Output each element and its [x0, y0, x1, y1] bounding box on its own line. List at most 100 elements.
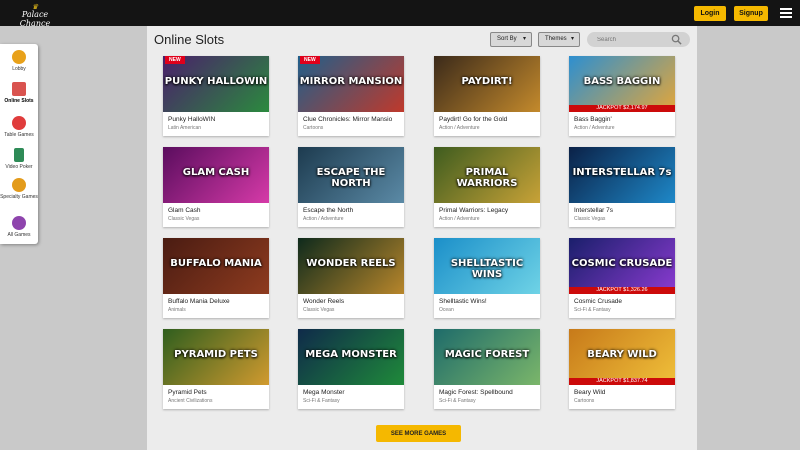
game-thumbnail-title: COSMIC CRUSADE	[571, 258, 673, 269]
game-name[interactable]: Shelltastic Wins!	[439, 298, 487, 305]
new-badge: NEW	[165, 56, 185, 64]
chevron-down-icon: ▾	[522, 36, 526, 42]
game-category: Ancient Civilizations	[168, 398, 213, 404]
top-bar: ♛ Palace Chance Login Signup	[0, 0, 800, 29]
game-name[interactable]: Mega Monster	[303, 389, 345, 396]
game-name[interactable]: Buffalo Mania Deluxe	[168, 298, 230, 305]
sort-by-dropdown[interactable]: Sort By ▾	[490, 32, 532, 47]
sidebar-item-specialty-games[interactable]: Specialty Games	[0, 178, 38, 200]
game-name[interactable]: Bass Baggin'	[574, 116, 612, 123]
site-logo[interactable]: ♛ Palace Chance	[6, 4, 64, 29]
game-name[interactable]: Clue Chronicles: Mirror Mansio	[303, 116, 392, 123]
game-category: Action / Adventure	[303, 216, 344, 222]
game-name[interactable]: Beary Wild	[574, 389, 605, 396]
sidebar-item-video-poker[interactable]: Video Poker	[0, 148, 38, 170]
game-thumbnail[interactable]: BASS BAGGIN JACKPOT $2,174.97	[569, 56, 675, 112]
game-card[interactable]: PYRAMID PETS Pyramid Pets Ancient Civiliza…	[163, 329, 269, 409]
search-icon[interactable]	[671, 34, 682, 45]
game-thumbnail[interactable]: INTERSTELLAR 7s	[569, 147, 675, 203]
game-card[interactable]: ESCAPE THE NORTH Escape the North Action /…	[298, 147, 404, 227]
game-card[interactable]: MIRROR MANSION NEW Clue Chronicles: Mirror…	[298, 56, 404, 136]
game-thumbnail[interactable]: COSMIC CRUSADE JACKPOT $1,326.26	[569, 238, 675, 294]
game-thumbnail-title: SHELLTASTIC WINS	[450, 258, 524, 280]
game-card[interactable]: BASS BAGGIN JACKPOT $2,174.97 Bass Baggin'…	[569, 56, 675, 136]
game-thumbnail[interactable]: PAYDIRT!	[434, 56, 540, 112]
game-thumbnail-title: MIRROR MANSION	[299, 76, 403, 87]
game-card[interactable]: WONDER REELS Wonder Reels Classic Vegas	[298, 238, 404, 318]
game-name[interactable]: Pyramid Pets	[168, 389, 207, 396]
sidebar-item-label: Lobby	[12, 66, 26, 72]
jackpot-banner: JACKPOT $1,326.26	[569, 287, 675, 294]
game-card[interactable]: PAYDIRT! Paydirt! Go for the Gold Action /…	[434, 56, 540, 136]
game-name[interactable]: Escape the North	[303, 207, 353, 214]
game-category: Sci-Fi & Fantasy	[574, 307, 611, 313]
game-thumbnail[interactable]: MIRROR MANSION NEW	[298, 56, 404, 112]
all-games-icon	[12, 216, 26, 230]
game-thumbnail-title: MEGA MONSTER	[305, 349, 397, 360]
game-thumbnail-title: INTERSTELLAR 7s	[572, 167, 672, 178]
login-button[interactable]: Login	[694, 6, 726, 21]
game-name[interactable]: Primal Warriors: Legacy	[439, 207, 508, 214]
game-thumbnail[interactable]: ESCAPE THE NORTH	[298, 147, 404, 203]
game-name[interactable]: Magic Forest: Spellbound	[439, 389, 513, 396]
hamburger-icon[interactable]	[780, 8, 792, 18]
see-more-games-button[interactable]: SEE MORE GAMES	[376, 425, 461, 442]
game-card[interactable]: PUNKY HALLOWIN NEW Punky HalloWIN Latin Ame…	[163, 56, 269, 136]
game-category: Cartoons	[574, 398, 595, 404]
jackpot-banner: JACKPOT $2,174.97	[569, 105, 675, 112]
game-card[interactable]: INTERSTELLAR 7s Interstellar 7s Classic Ve…	[569, 147, 675, 227]
game-thumbnail[interactable]: MEGA MONSTER	[298, 329, 404, 385]
game-name[interactable]: Interstellar 7s	[574, 207, 613, 214]
game-name[interactable]: Glam Cash	[168, 207, 201, 214]
sidebar-item-lobby[interactable]: Lobby	[0, 50, 38, 72]
game-name[interactable]: Wonder Reels	[303, 298, 344, 305]
category-sidebar: Lobby Online Slots Table Games Video Pok…	[0, 44, 38, 244]
game-card[interactable]: PRIMAL WARRIORS Primal Warriors: Legacy Ac…	[434, 147, 540, 227]
game-category: Action / Adventure	[439, 216, 480, 222]
game-thumbnail-title: PYRAMID PETS	[174, 349, 258, 360]
game-thumbnail[interactable]: BEARY WILD JACKPOT $1,837.74	[569, 329, 675, 385]
game-card[interactable]: COSMIC CRUSADE JACKPOT $1,326.26 Cosmic Cr…	[569, 238, 675, 318]
game-thumbnail-title: WONDER REELS	[306, 258, 396, 269]
game-name[interactable]: Punky HalloWIN	[168, 116, 215, 123]
game-thumbnail-title: GLAM CASH	[182, 167, 250, 178]
themes-dropdown[interactable]: Themes ▾	[538, 32, 580, 47]
game-card[interactable]: GLAM CASH Glam Cash Classic Vegas	[163, 147, 269, 227]
game-card[interactable]: MEGA MONSTER Mega Monster Sci-Fi & Fantasy	[298, 329, 404, 409]
game-category: Action / Adventure	[574, 125, 615, 131]
themes-label: Themes	[545, 36, 567, 42]
game-thumbnail[interactable]: PYRAMID PETS	[163, 329, 269, 385]
game-thumbnail[interactable]: GLAM CASH	[163, 147, 269, 203]
sidebar-item-table-games[interactable]: Table Games	[0, 116, 38, 138]
game-card[interactable]: BEARY WILD JACKPOT $1,837.74 Beary Wild Car…	[569, 329, 675, 409]
game-thumbnail[interactable]: PRIMAL WARRIORS	[434, 147, 540, 203]
game-category: Classic Vegas	[574, 216, 606, 222]
game-thumbnail-title: BUFFALO MANIA	[170, 258, 262, 269]
game-thumbnail-title: PUNKY HALLOWIN	[164, 76, 268, 87]
logo-text: Palace Chance	[19, 10, 51, 28]
game-thumbnail-title: ESCAPE THE NORTH	[316, 167, 386, 189]
game-thumbnail-title: PRIMAL WARRIORS	[456, 167, 518, 189]
game-thumbnail[interactable]: MAGIC FOREST	[434, 329, 540, 385]
game-thumbnail-title: BEARY WILD	[587, 349, 657, 360]
table-games-icon	[12, 116, 26, 130]
game-category: Classic Vegas	[303, 307, 335, 313]
game-card[interactable]: MAGIC FOREST Magic Forest: Spellbound Sci-…	[434, 329, 540, 409]
sidebar-item-label: All Games	[7, 232, 31, 238]
sidebar-item-all-games[interactable]: All Games	[0, 216, 38, 238]
game-thumbnail[interactable]: SHELLTASTIC WINS	[434, 238, 540, 294]
game-thumbnail[interactable]: PUNKY HALLOWIN NEW	[163, 56, 269, 112]
page-title: Online Slots	[154, 32, 225, 47]
game-thumbnail[interactable]: WONDER REELS	[298, 238, 404, 294]
game-thumbnail[interactable]: BUFFALO MANIA	[163, 238, 269, 294]
main-content: Online Slots Sort By ▾ Themes ▾ PUNKY HA…	[147, 26, 697, 450]
sidebar-item-online-slots[interactable]: Online Slots	[0, 82, 38, 104]
game-card[interactable]: BUFFALO MANIA Buffalo Mania Deluxe Animals	[163, 238, 269, 318]
game-category: Classic Vegas	[168, 216, 200, 222]
game-thumbnail-title: PAYDIRT!	[461, 76, 513, 87]
signup-button[interactable]: Signup	[734, 6, 768, 21]
sidebar-item-label: Online Slots	[4, 98, 34, 104]
game-name[interactable]: Paydirt! Go for the Gold	[439, 116, 507, 123]
game-card[interactable]: SHELLTASTIC WINS Shelltastic Wins! Ocean	[434, 238, 540, 318]
game-name[interactable]: Cosmic Crusade	[574, 298, 622, 305]
